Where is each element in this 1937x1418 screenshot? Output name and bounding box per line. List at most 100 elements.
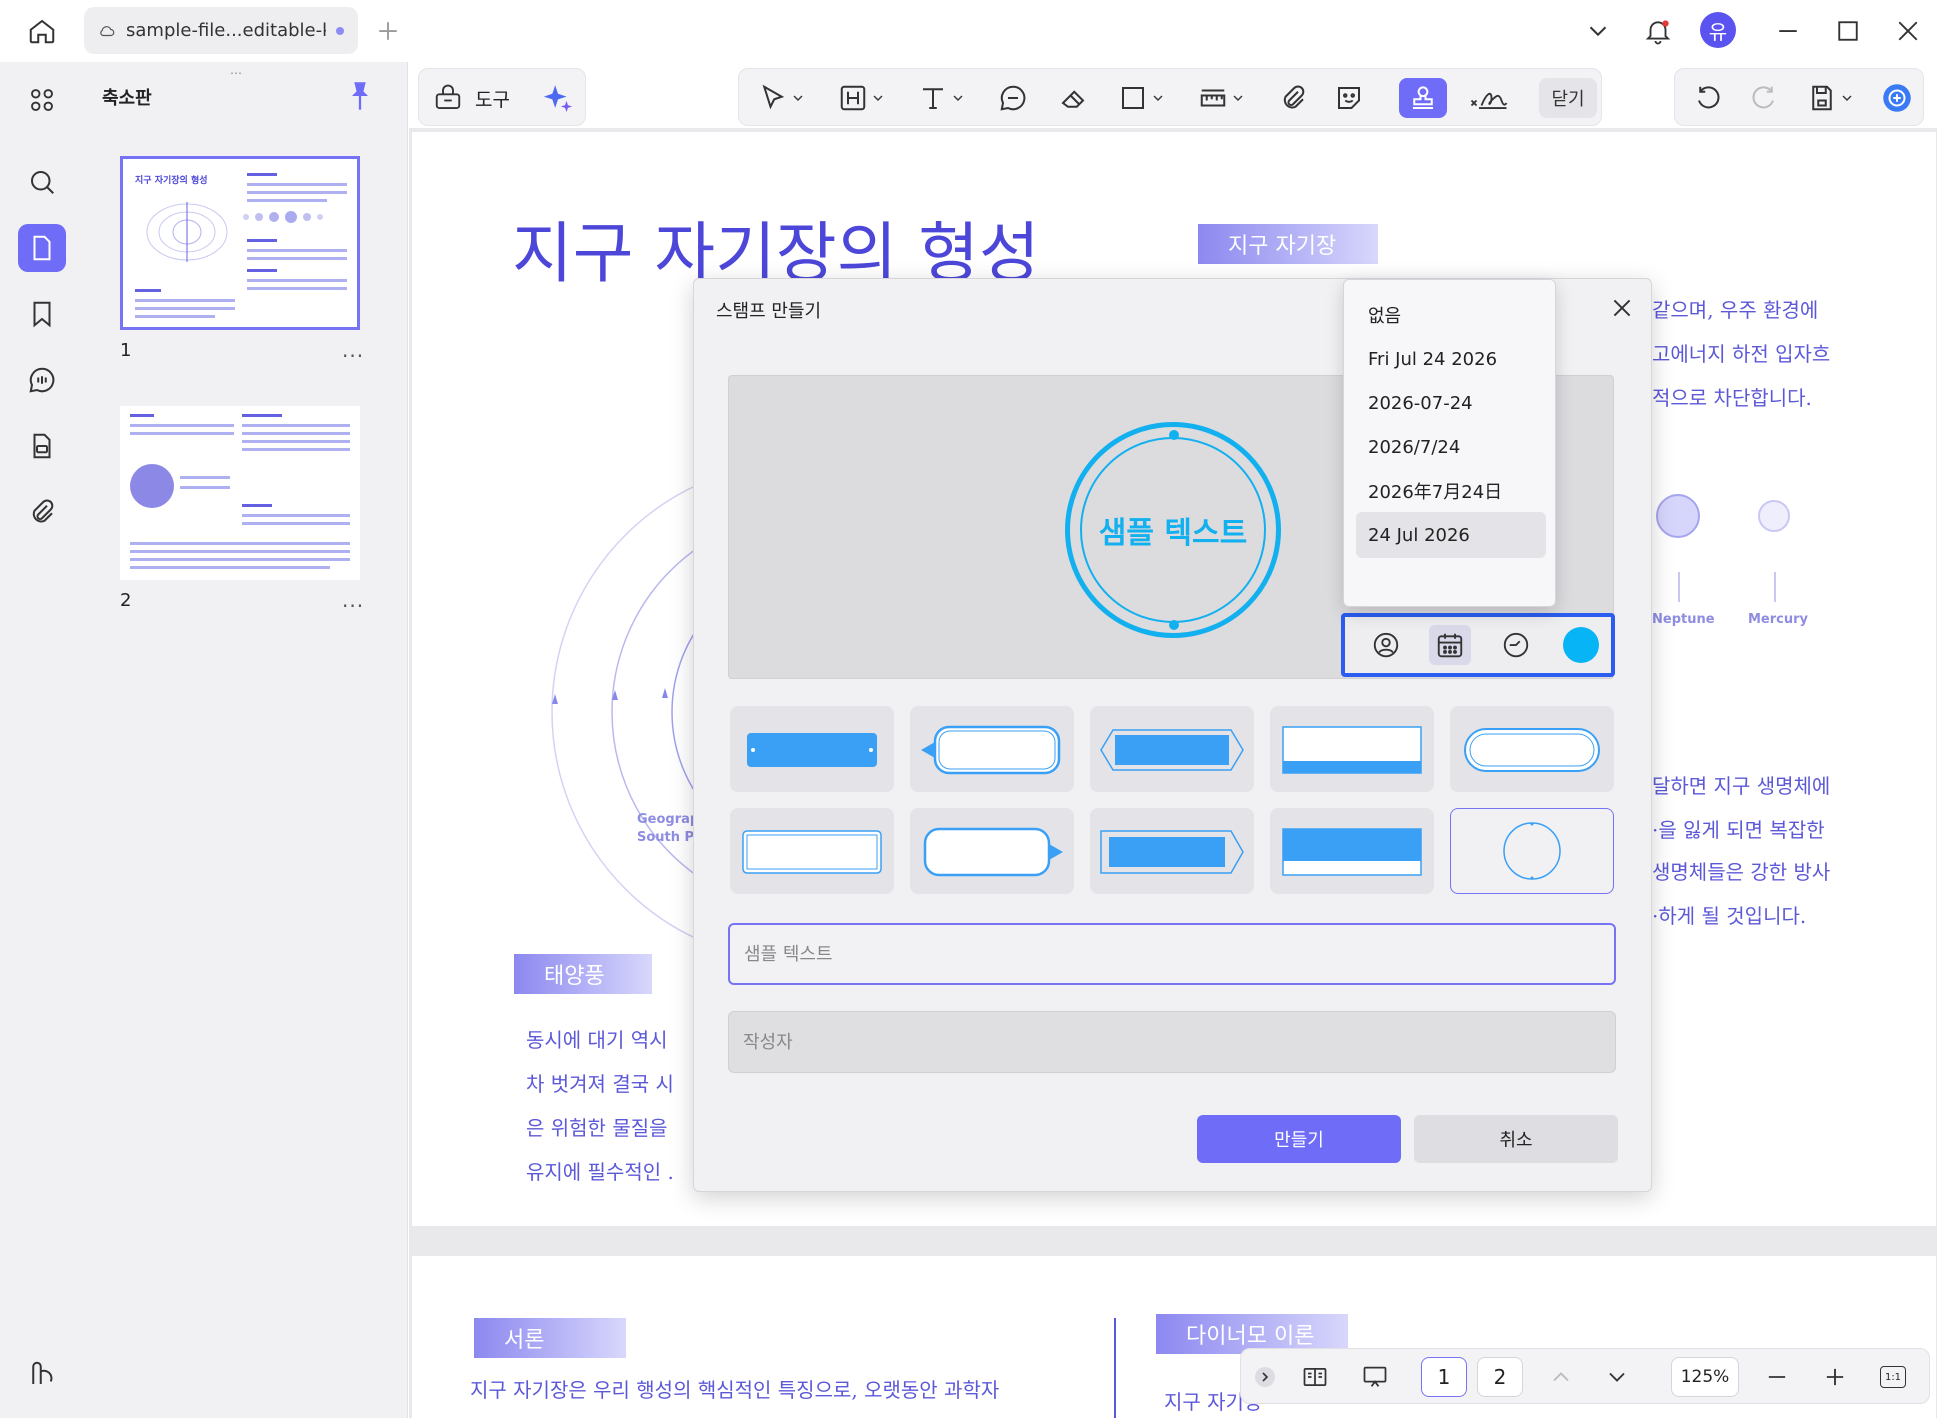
body-text-line: ·하게 될 것입니다. — [1652, 904, 1807, 928]
user-avatar[interactable]: 유 — [1700, 12, 1736, 48]
ai-sparkle-icon[interactable] — [541, 81, 575, 115]
document-tab[interactable]: sample-file...editable-kr — [84, 7, 358, 54]
reading-mode-button[interactable] — [1293, 1357, 1337, 1397]
thumbnails-icon[interactable] — [18, 224, 66, 272]
zoom-out-button[interactable] — [1757, 1357, 1797, 1397]
stamp-shape-option[interactable] — [1270, 808, 1434, 894]
close-icon[interactable] — [1609, 295, 1635, 321]
time-option[interactable] — [1495, 625, 1537, 665]
thumbnail-more-icon[interactable]: ... — [342, 588, 364, 612]
date-format-option[interactable]: 2026年7月24日 — [1356, 468, 1546, 514]
body-text-line: 차 벗겨져 결국 시 — [526, 1072, 674, 1096]
annotation-toolbar: 닫기 — [738, 68, 1602, 126]
user-icon — [1373, 632, 1399, 658]
bell-icon[interactable] — [1640, 13, 1676, 49]
document-tab-title: sample-file...editable-kr — [126, 20, 326, 41]
comment-tool[interactable] — [991, 78, 1035, 118]
stamp-text-input[interactable] — [728, 923, 1616, 985]
stamp-shape-option[interactable] — [910, 706, 1074, 792]
chevron-down-icon[interactable] — [1580, 13, 1616, 49]
minimize-icon[interactable] — [1770, 13, 1806, 49]
zoom-in-button[interactable] — [1815, 1357, 1855, 1397]
form-icon[interactable] — [18, 422, 66, 470]
stamp-shape-option[interactable] — [1270, 706, 1434, 792]
page-1-button[interactable]: 1 — [1421, 1357, 1467, 1397]
undo-button[interactable] — [1687, 78, 1731, 118]
author-input[interactable] — [728, 1011, 1616, 1073]
thumbnail-page-2[interactable] — [120, 406, 360, 580]
thumbnail-page-1[interactable]: 지구 자기장의 형성 — [120, 156, 360, 330]
cursor-icon — [762, 84, 785, 110]
chevron-down-icon — [793, 95, 803, 101]
chevron-down-icon — [1153, 95, 1163, 101]
date-format-option[interactable]: 2026-07-24 — [1356, 380, 1546, 426]
chevron-up-icon — [1553, 1372, 1569, 1382]
speech-bubble-icon — [1000, 85, 1026, 111]
search-icon[interactable] — [18, 158, 66, 206]
cloud-icon — [100, 25, 115, 36]
stamp-shape-option[interactable] — [730, 808, 894, 894]
presentation-button[interactable] — [1353, 1357, 1397, 1397]
date-format-option[interactable]: 2026/7/24 — [1356, 424, 1546, 470]
tools-menu-button[interactable]: 도구 — [418, 68, 586, 126]
stamp-shape-option-selected[interactable] — [1450, 808, 1614, 894]
date-format-option[interactable]: 없음 — [1356, 292, 1546, 338]
redo-button[interactable] — [1741, 78, 1785, 118]
stamp-shape-option[interactable] — [730, 706, 894, 792]
stamp-color-picker[interactable] — [1563, 627, 1599, 663]
highlight-tool[interactable] — [831, 78, 891, 118]
home-icon[interactable] — [24, 13, 60, 49]
stamp-shape-option[interactable] — [1090, 808, 1254, 894]
chevron-down-icon — [1842, 95, 1852, 101]
text-tool[interactable] — [911, 78, 971, 118]
redo-icon — [1752, 86, 1774, 109]
ai-assistant-button[interactable] — [1875, 78, 1919, 118]
thumbnail-page-number: 1 — [120, 340, 132, 361]
date-format-option[interactable]: Fri Jul 24 2026 — [1356, 336, 1546, 382]
grid-view-icon[interactable] — [18, 76, 66, 124]
document-actions-toolbar — [1674, 68, 1924, 126]
drag-handle-icon[interactable]: ⋯ — [230, 66, 244, 80]
new-tab-icon[interactable] — [370, 13, 406, 49]
measure-tool[interactable] — [1191, 78, 1251, 118]
maximize-icon[interactable] — [1830, 13, 1866, 49]
stamp-tool[interactable] — [1399, 78, 1447, 118]
text-icon — [923, 88, 943, 109]
thumbnail-more-icon[interactable]: ... — [342, 338, 364, 362]
previous-page-button[interactable] — [1541, 1357, 1581, 1397]
create-button[interactable]: 만들기 — [1197, 1115, 1401, 1163]
date-option[interactable] — [1429, 625, 1471, 665]
sticker-tool[interactable] — [1327, 78, 1371, 118]
pin-icon[interactable] — [346, 80, 374, 112]
thumbnail-diagram — [146, 202, 228, 262]
close-tools-button[interactable]: 닫기 — [1539, 78, 1597, 118]
page-2-button[interactable]: 2 — [1477, 1357, 1523, 1397]
attachment-icon[interactable] — [18, 488, 66, 536]
stamp-shape-option[interactable] — [910, 808, 1074, 894]
actual-size-button[interactable]: 1:1 — [1873, 1357, 1913, 1397]
brand-logo-icon[interactable] — [18, 1350, 66, 1398]
date-format-option-selected[interactable]: 24 Jul 2026 — [1356, 512, 1546, 558]
cancel-button[interactable]: 취소 — [1414, 1115, 1618, 1163]
planet-mercury-icon — [1758, 500, 1790, 532]
zoom-level-display[interactable]: 125% — [1671, 1357, 1739, 1397]
collapse-nav-button[interactable] — [1251, 1357, 1279, 1397]
stamp-shape-option[interactable] — [1450, 706, 1614, 792]
next-page-button[interactable] — [1597, 1357, 1637, 1397]
select-tool[interactable] — [751, 78, 811, 118]
attach-tool[interactable] — [1271, 78, 1315, 118]
comment-icon[interactable] — [18, 356, 66, 404]
eraser-tool[interactable] — [1051, 78, 1095, 118]
sticker-icon — [1338, 87, 1360, 109]
bookmark-icon[interactable] — [18, 290, 66, 338]
body-text-line: 지구 자기장은 우리 행성의 핵심적인 특징으로, 오랫동안 과학자 — [470, 1378, 1000, 1402]
close-window-icon[interactable] — [1890, 13, 1926, 49]
presentation-icon — [1363, 1366, 1387, 1387]
save-button[interactable] — [1799, 78, 1861, 118]
author-option[interactable] — [1365, 625, 1407, 665]
shape-tool[interactable] — [1111, 78, 1171, 118]
stamp-shape-option[interactable] — [1090, 706, 1254, 792]
signature-tool[interactable] — [1461, 78, 1517, 118]
chevron-down-icon — [1233, 95, 1243, 101]
section-tag-magnetic: 지구 자기장 — [1198, 224, 1378, 264]
